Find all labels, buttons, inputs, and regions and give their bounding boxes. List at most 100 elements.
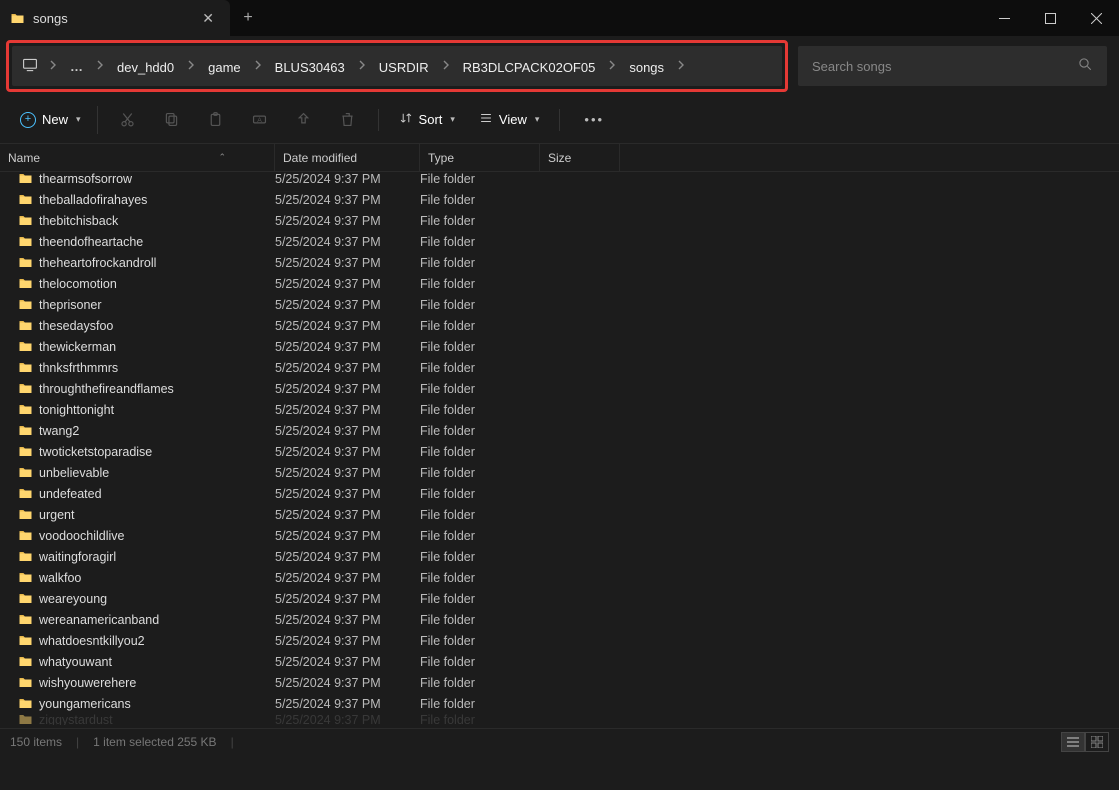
table-row[interactable]: throughthefireandflames5/25/2024 9:37 PM… xyxy=(0,378,1119,399)
pc-icon[interactable] xyxy=(18,57,44,76)
file-date: 5/25/2024 9:37 PM xyxy=(275,277,420,291)
table-row[interactable]: wereanamericanband5/25/2024 9:37 PMFile … xyxy=(0,609,1119,630)
folder-icon xyxy=(18,591,33,607)
table-row[interactable]: whatyouwant5/25/2024 9:37 PMFile folder xyxy=(0,651,1119,672)
table-row[interactable]: youngamericans5/25/2024 9:37 PMFile fold… xyxy=(0,693,1119,714)
chevron-down-icon: ▾ xyxy=(76,114,81,125)
table-row[interactable]: waitingforagirl5/25/2024 9:37 PMFile fol… xyxy=(0,546,1119,567)
new-tab-button[interactable]: + xyxy=(230,0,266,36)
tab-close-button[interactable]: ✕ xyxy=(196,8,220,29)
close-window-button[interactable] xyxy=(1073,0,1119,36)
column-header-name[interactable]: Name ⌃ xyxy=(0,144,275,171)
table-row[interactable]: twang25/25/2024 9:37 PMFile folder xyxy=(0,420,1119,441)
file-date: 5/25/2024 9:37 PM xyxy=(275,403,420,417)
breadcrumb-segment[interactable]: dev_hdd0 xyxy=(107,56,184,79)
file-type: File folder xyxy=(420,487,540,501)
file-date: 5/25/2024 9:37 PM xyxy=(275,319,420,333)
folder-icon xyxy=(18,465,33,481)
breadcrumb-segment[interactable]: RB3DLCPACK02OF05 xyxy=(453,56,606,79)
table-row[interactable]: walkfoo5/25/2024 9:37 PMFile folder xyxy=(0,567,1119,588)
chevron-right-icon[interactable] xyxy=(251,60,265,75)
minimize-button[interactable] xyxy=(981,0,1027,36)
table-row[interactable]: wishyouwerehere5/25/2024 9:37 PMFile fol… xyxy=(0,672,1119,693)
address-bar[interactable]: … dev_hdd0 game BLUS30463 USRDIR RB3DLCPACK0… xyxy=(12,46,782,86)
search-input[interactable]: Search songs xyxy=(798,46,1107,86)
chevron-right-icon[interactable] xyxy=(439,60,453,75)
chevron-right-icon[interactable] xyxy=(93,60,107,75)
search-placeholder: Search songs xyxy=(812,59,892,74)
column-header-type[interactable]: Type xyxy=(420,144,540,171)
chevron-right-icon[interactable] xyxy=(674,60,688,75)
paste-button[interactable] xyxy=(196,104,236,136)
table-row[interactable]: twoticketstoparadise5/25/2024 9:37 PMFil… xyxy=(0,441,1119,462)
table-row[interactable]: thnksfrthmmrs5/25/2024 9:37 PMFile folde… xyxy=(0,357,1119,378)
file-name: thewickerman xyxy=(39,340,116,354)
folder-icon xyxy=(18,612,33,628)
table-row[interactable]: thesedaysfoo5/25/2024 9:37 PMFile folder xyxy=(0,315,1119,336)
breadcrumb-segment[interactable]: game xyxy=(198,56,251,79)
file-type: File folder xyxy=(420,214,540,228)
share-button[interactable] xyxy=(284,104,324,136)
overflow-menu-button[interactable]: ••• xyxy=(570,112,618,127)
window-tab[interactable]: songs ✕ xyxy=(0,0,230,36)
file-type: File folder xyxy=(420,466,540,480)
thumbnails-view-button[interactable] xyxy=(1085,732,1109,752)
file-type: File folder xyxy=(420,571,540,585)
table-row[interactable]: urgent5/25/2024 9:37 PMFile folder xyxy=(0,504,1119,525)
view-button[interactable]: View ▾ xyxy=(469,105,549,134)
sort-button[interactable]: Sort ▾ xyxy=(389,105,465,134)
table-row[interactable]: undefeated5/25/2024 9:37 PMFile folder xyxy=(0,483,1119,504)
file-date: 5/25/2024 9:37 PM xyxy=(275,361,420,375)
chevron-right-icon[interactable] xyxy=(184,60,198,75)
table-row[interactable]: thearmsofsorrow5/25/2024 9:37 PMFile fol… xyxy=(0,172,1119,189)
table-row[interactable]: unbelievable5/25/2024 9:37 PMFile folder xyxy=(0,462,1119,483)
table-row[interactable]: tonighttonight5/25/2024 9:37 PMFile fold… xyxy=(0,399,1119,420)
table-row[interactable]: theprisoner5/25/2024 9:37 PMFile folder xyxy=(0,294,1119,315)
column-header-size[interactable]: Size xyxy=(540,144,620,171)
table-row[interactable]: voodoochildlive5/25/2024 9:37 PMFile fol… xyxy=(0,525,1119,546)
column-header-date[interactable]: Date modified xyxy=(275,144,420,171)
address-bar-highlight: … dev_hdd0 game BLUS30463 USRDIR RB3DLCPACK0… xyxy=(6,40,788,92)
file-type: File folder xyxy=(420,172,540,186)
delete-button[interactable] xyxy=(328,104,368,136)
file-date: 5/25/2024 9:37 PM xyxy=(275,655,420,669)
breadcrumb-overflow[interactable]: … xyxy=(62,55,91,78)
table-row[interactable]: theendofheartache5/25/2024 9:37 PMFile f… xyxy=(0,231,1119,252)
new-button[interactable]: + New ▾ xyxy=(10,106,98,134)
cut-button[interactable] xyxy=(108,104,148,136)
file-list[interactable]: theanthem 5/25/2024 9:37 PM File folder … xyxy=(0,172,1119,728)
copy-button[interactable] xyxy=(152,104,192,136)
file-name: twoticketstoparadise xyxy=(39,445,152,459)
status-bar: 150 items | 1 item selected 255 KB | xyxy=(0,728,1119,754)
table-row[interactable]: weareyoung5/25/2024 9:37 PMFile folder xyxy=(0,588,1119,609)
table-row[interactable]: thebitchisback5/25/2024 9:37 PMFile fold… xyxy=(0,210,1119,231)
breadcrumb-segment[interactable]: BLUS30463 xyxy=(265,56,355,79)
file-date: 5/25/2024 9:37 PM xyxy=(275,445,420,459)
window-controls xyxy=(981,0,1119,36)
file-date: 5/25/2024 9:37 PM xyxy=(275,508,420,522)
table-row[interactable]: thewickerman5/25/2024 9:37 PMFile folder xyxy=(0,336,1119,357)
table-row[interactable]: whatdoesntkillyou25/25/2024 9:37 PMFile … xyxy=(0,630,1119,651)
breadcrumb-segment[interactable]: songs xyxy=(619,56,674,79)
table-row[interactable]: theballadofirahayes5/25/2024 9:37 PMFile… xyxy=(0,189,1119,210)
file-type: File folder xyxy=(420,361,540,375)
details-view-button[interactable] xyxy=(1061,732,1085,752)
file-type: File folder xyxy=(420,550,540,564)
file-name: voodoochildlive xyxy=(39,529,124,543)
table-row[interactable]: thelocomotion5/25/2024 9:37 PMFile folde… xyxy=(0,273,1119,294)
chevron-right-icon[interactable] xyxy=(46,58,60,75)
file-name: tonighttonight xyxy=(39,403,114,417)
table-row[interactable]: ziggystardust 5/25/2024 9:37 PM File fol… xyxy=(0,714,1119,725)
file-date: 5/25/2024 9:37 PM xyxy=(275,214,420,228)
folder-icon xyxy=(18,276,33,292)
file-date: 5/25/2024 9:37 PM xyxy=(275,172,420,186)
file-date: 5/25/2024 9:37 PM xyxy=(275,634,420,648)
breadcrumb-segment[interactable]: USRDIR xyxy=(369,56,439,79)
rename-button[interactable]: A xyxy=(240,104,280,136)
table-row[interactable]: theheartofrockandroll5/25/2024 9:37 PMFi… xyxy=(0,252,1119,273)
file-type: File folder xyxy=(420,655,540,669)
chevron-right-icon[interactable] xyxy=(605,60,619,75)
file-name: theballadofirahayes xyxy=(39,193,147,207)
maximize-button[interactable] xyxy=(1027,0,1073,36)
chevron-right-icon[interactable] xyxy=(355,60,369,75)
